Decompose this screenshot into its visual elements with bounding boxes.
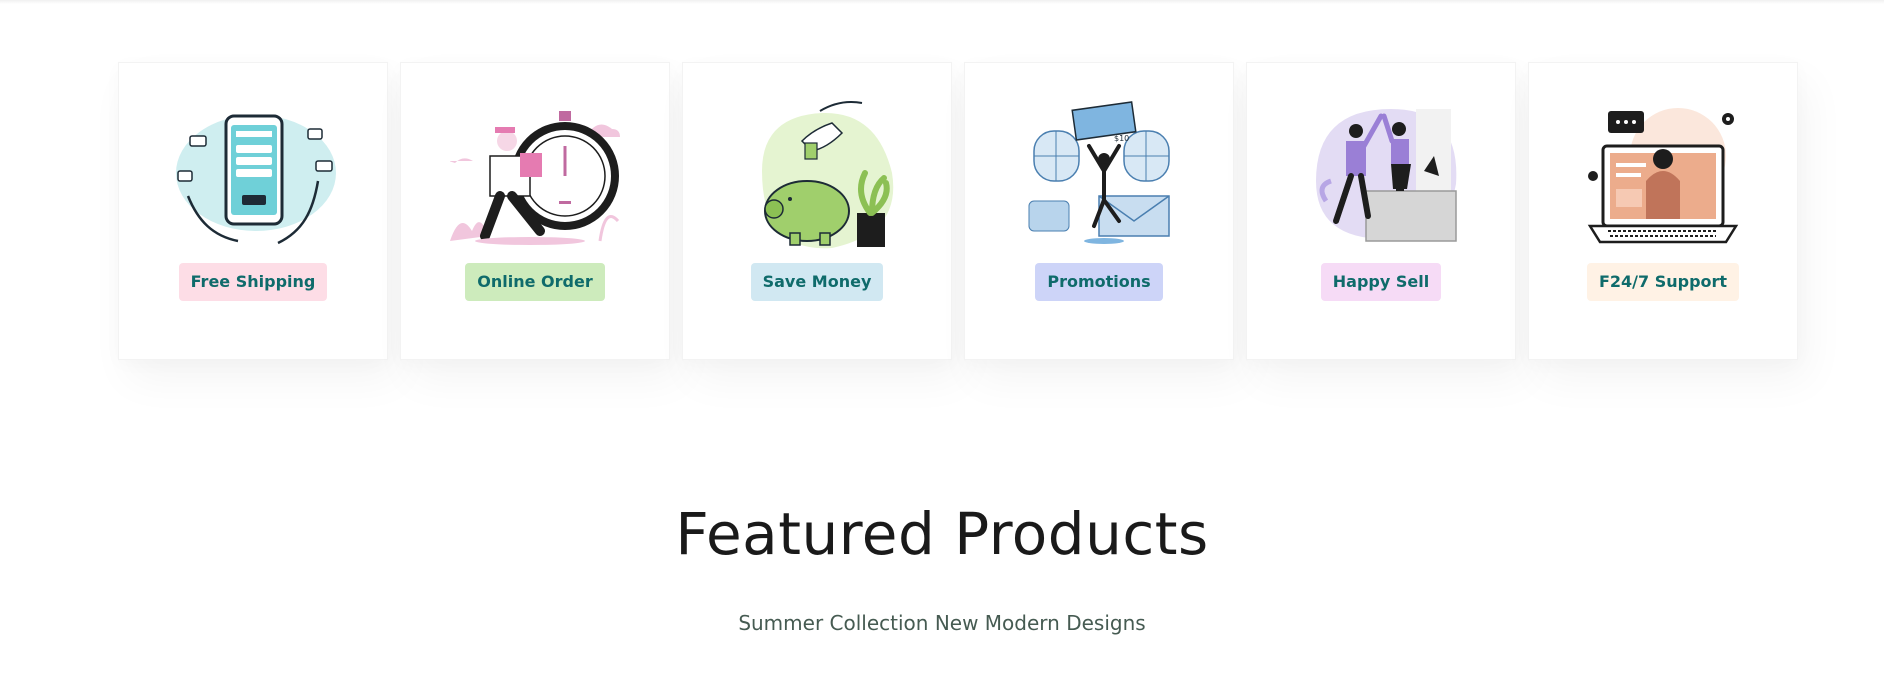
page-top-edge: [0, 0, 1884, 4]
feature-label-support: F24/7 Support: [1586, 263, 1740, 301]
feature-card-online-order[interactable]: Online Order: [400, 62, 670, 360]
feature-label-online-order: Online Order: [465, 263, 605, 301]
support-laptop-icon: [1578, 101, 1748, 251]
feature-card-happy-sell[interactable]: Happy Sell: [1246, 62, 1516, 360]
feature-label-happy-sell: Happy Sell: [1320, 263, 1442, 301]
svg-text:$10: $10: [1114, 134, 1129, 143]
feature-label-save-money: Save Money: [750, 263, 884, 301]
feature-card-free-shipping[interactable]: Free Shipping: [118, 62, 388, 360]
features-row: Free Shipping Online Order Save Money $1…: [118, 62, 1798, 360]
delivery-stopwatch-icon: [450, 101, 620, 251]
mobile-payment-icon: [168, 101, 338, 251]
piggy-bank-icon: [732, 101, 902, 251]
feature-card-save-money[interactable]: Save Money: [682, 62, 952, 360]
gift-voucher-icon: $10: [1014, 101, 1184, 251]
feature-card-support[interactable]: F24/7 Support: [1528, 62, 1798, 360]
feature-label-free-shipping: Free Shipping: [178, 263, 328, 301]
section-title: Featured Products: [675, 500, 1209, 568]
section-subtitle: Summer Collection New Modern Designs: [738, 611, 1146, 635]
feature-label-promotions: Promotions: [1035, 263, 1163, 301]
feature-card-promotions[interactable]: $10 Promotions: [964, 62, 1234, 360]
high-five-icon: [1296, 101, 1466, 251]
